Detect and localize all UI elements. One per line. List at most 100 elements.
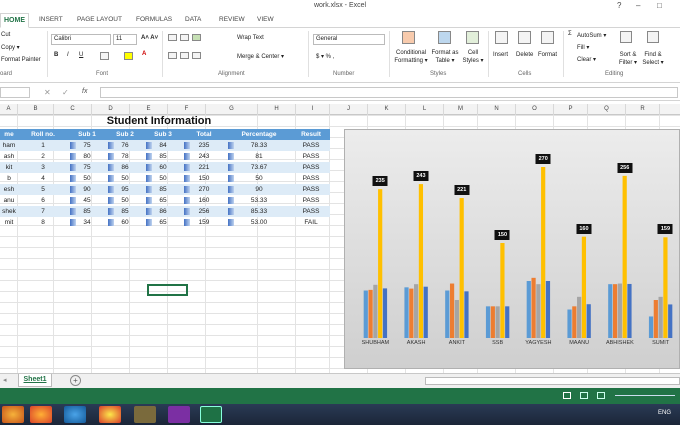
column-header-n[interactable]: N bbox=[478, 104, 516, 115]
format-button[interactable]: Format bbox=[538, 52, 557, 58]
font-name-dropdown[interactable]: Calibri bbox=[51, 34, 111, 45]
chart-area[interactable]: SHUBHAM AKASH ANKIT SSB YAGYESH MAANU ABHISHEK… bbox=[344, 129, 680, 369]
bar-sub-3[interactable] bbox=[414, 284, 419, 338]
bar-sub-3[interactable] bbox=[373, 284, 378, 338]
zoom-slider[interactable] bbox=[615, 395, 675, 396]
table-cell[interactable]: 7 bbox=[18, 206, 68, 217]
scroll-left-icon[interactable]: ◂ bbox=[3, 376, 7, 384]
table-cell[interactable]: 45 bbox=[68, 195, 106, 206]
table-cell[interactable]: 150 bbox=[182, 173, 226, 184]
fill-color-icon[interactable] bbox=[124, 52, 133, 60]
column-header-m[interactable]: M bbox=[444, 104, 478, 115]
excel-taskbar-icon[interactable] bbox=[200, 406, 222, 423]
wrap-text-button[interactable]: Wrap Text bbox=[237, 35, 264, 41]
table-cell[interactable]: 159 bbox=[182, 217, 226, 228]
insert-cells-icon[interactable] bbox=[495, 31, 508, 44]
minimize-button[interactable]: – bbox=[636, 1, 640, 10]
column-header-l[interactable]: L bbox=[406, 104, 444, 115]
table-cell[interactable]: 6 bbox=[18, 195, 68, 206]
bar-sub-2[interactable] bbox=[368, 289, 373, 338]
align-top-icon[interactable] bbox=[168, 34, 177, 41]
column-header-i[interactable]: I bbox=[296, 104, 330, 115]
table-cell[interactable]: PASS bbox=[292, 195, 330, 206]
fill-button[interactable]: Fill ▾ bbox=[577, 44, 589, 51]
bar-total[interactable] bbox=[459, 198, 464, 338]
column-header-g[interactable]: G bbox=[206, 104, 258, 115]
bar-sub-3[interactable] bbox=[658, 296, 663, 338]
clear-button[interactable]: Clear ▾ bbox=[577, 56, 596, 63]
table-cell[interactable]: 85 bbox=[144, 184, 182, 195]
page-break-view-icon[interactable] bbox=[597, 392, 605, 399]
find-select-button[interactable]: Find & Select ▾ bbox=[641, 51, 665, 67]
table-cell[interactable]: 86 bbox=[106, 162, 144, 173]
column-header-q[interactable]: Q bbox=[588, 104, 626, 115]
format-cells-icon[interactable] bbox=[541, 31, 554, 44]
start-button-icon[interactable] bbox=[2, 406, 24, 423]
table-cell[interactable]: PASS bbox=[292, 206, 330, 217]
table-header-cell[interactable]: Result bbox=[292, 129, 330, 140]
firefox-icon[interactable] bbox=[30, 406, 52, 423]
table-cell[interactable]: 60 bbox=[144, 162, 182, 173]
table-cell[interactable]: 256 bbox=[182, 206, 226, 217]
bar-sub-3[interactable] bbox=[495, 306, 500, 338]
bold-button[interactable]: B bbox=[54, 52, 58, 58]
format-table-button[interactable]: Format as Table ▾ bbox=[430, 49, 460, 65]
function-icon[interactable]: fx bbox=[82, 88, 87, 95]
table-cell[interactable]: anu bbox=[0, 195, 18, 206]
bar-sub-1[interactable] bbox=[363, 290, 368, 339]
bar-total[interactable] bbox=[663, 237, 668, 338]
bar-sub-1[interactable] bbox=[445, 290, 450, 339]
table-header-cell[interactable]: me bbox=[0, 129, 18, 140]
bar-percentage[interactable] bbox=[464, 291, 469, 338]
tab-view[interactable]: VIEW bbox=[257, 16, 274, 23]
bar-sub-3[interactable] bbox=[454, 300, 459, 338]
borders-icon[interactable] bbox=[100, 52, 109, 60]
tab-data[interactable]: DATA bbox=[185, 16, 201, 23]
table-cell[interactable]: ash bbox=[0, 151, 18, 162]
bar-sub-2[interactable] bbox=[653, 300, 658, 338]
bar-sub-1[interactable] bbox=[567, 309, 572, 339]
search-app-icon[interactable] bbox=[168, 406, 190, 423]
page-layout-view-icon[interactable] bbox=[580, 392, 588, 399]
column-header-d[interactable]: D bbox=[92, 104, 130, 115]
table-cell[interactable]: 270 bbox=[182, 184, 226, 195]
table-cell[interactable]: 75 bbox=[68, 140, 106, 151]
table-cell[interactable]: 65 bbox=[144, 195, 182, 206]
table-cell[interactable]: 85.33 bbox=[226, 206, 292, 217]
table-cell[interactable]: PASS bbox=[292, 151, 330, 162]
bar-percentage[interactable] bbox=[586, 304, 591, 338]
formula-input[interactable] bbox=[100, 87, 678, 98]
copy-button[interactable]: Copy ▾ bbox=[1, 44, 20, 51]
table-cell[interactable]: 85 bbox=[144, 151, 182, 162]
table-cell[interactable]: 80 bbox=[68, 151, 106, 162]
table-cell[interactable]: 221 bbox=[182, 162, 226, 173]
tab-home[interactable]: HOME bbox=[0, 13, 29, 28]
table-cell[interactable]: 78 bbox=[106, 151, 144, 162]
table-cell[interactable]: 50 bbox=[144, 173, 182, 184]
bar-percentage[interactable] bbox=[668, 304, 673, 338]
bar-sub-1[interactable] bbox=[648, 316, 654, 338]
bar-total[interactable] bbox=[378, 189, 383, 338]
table-cell[interactable]: 60 bbox=[106, 217, 144, 228]
column-header-f[interactable]: F bbox=[168, 104, 206, 115]
tab-review[interactable]: REVIEW bbox=[219, 16, 245, 23]
table-cell[interactable]: 84 bbox=[144, 140, 182, 151]
table-cell[interactable]: PASS bbox=[292, 140, 330, 151]
table-cell[interactable]: ham bbox=[0, 140, 18, 151]
merge-center-button[interactable]: Merge & Center ▾ bbox=[237, 53, 284, 60]
restore-button[interactable]: □ bbox=[657, 1, 662, 10]
table-cell[interactable]: 235 bbox=[182, 140, 226, 151]
conditional-formatting-button[interactable]: Conditional Formatting ▾ bbox=[393, 49, 429, 65]
table-header-cell[interactable]: Sub 3 bbox=[144, 129, 182, 140]
sheet-tab[interactable]: Sheet1 bbox=[18, 374, 52, 387]
table-cell[interactable]: 4 bbox=[18, 173, 68, 184]
table-cell[interactable]: mit bbox=[0, 217, 18, 228]
table-cell[interactable]: 90 bbox=[68, 184, 106, 195]
tab-page-layout[interactable]: PAGE LAYOUT bbox=[77, 16, 122, 23]
align-bottom-icon[interactable] bbox=[192, 34, 201, 41]
table-cell[interactable]: 81 bbox=[226, 151, 292, 162]
column-header-h[interactable]: H bbox=[258, 104, 296, 115]
sort-filter-icon[interactable] bbox=[620, 31, 632, 43]
table-cell[interactable]: 90 bbox=[226, 184, 292, 195]
bar-percentage[interactable] bbox=[423, 286, 428, 338]
